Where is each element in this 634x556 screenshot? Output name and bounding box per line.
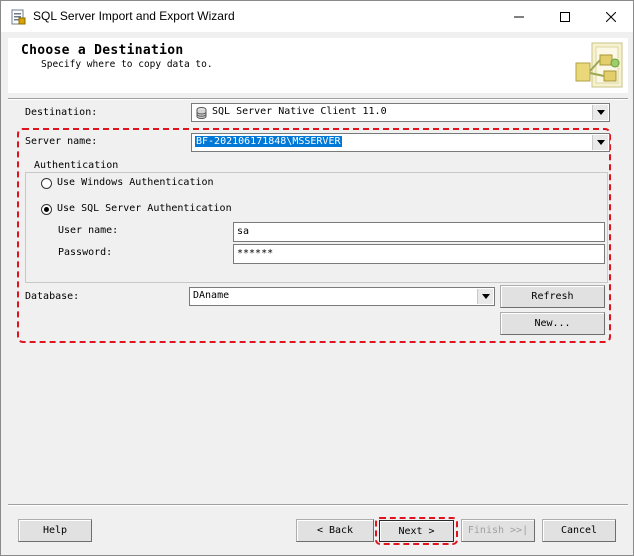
destination-value: SQL Server Native Client 11.0 <box>212 106 387 117</box>
back-button[interactable]: < Back <box>296 519 374 542</box>
server-name-label: Server name: <box>25 136 98 147</box>
chevron-down-icon[interactable] <box>592 135 608 150</box>
authentication-title: Authentication <box>31 160 122 171</box>
username-value: sa <box>237 226 250 237</box>
server-name-dropdown[interactable]: BF-202106171848\MSSERVER <box>191 133 610 152</box>
next-button[interactable]: Next > <box>379 520 454 542</box>
chevron-down-icon[interactable] <box>592 105 608 120</box>
page-subtitle: Specify where to copy data to. <box>41 59 213 70</box>
header-separator <box>8 98 628 100</box>
app-icon <box>11 9 26 25</box>
destination-label: Destination: <box>25 107 98 118</box>
wizard-window: SQL Server Import and Export Wizard Choo… <box>0 0 634 556</box>
maximize-button[interactable] <box>542 1 588 32</box>
window-title: SQL Server Import and Export Wizard <box>33 9 235 23</box>
username-input[interactable]: sa <box>233 222 605 242</box>
password-value: ****** <box>237 248 274 259</box>
sql-auth-radio[interactable] <box>41 204 52 215</box>
server-name-value: BF-202106171848\MSSERVER <box>195 136 342 147</box>
refresh-button[interactable]: Refresh <box>500 285 605 308</box>
database-dropdown[interactable]: DAname <box>189 287 495 306</box>
radio-selected-dot <box>44 207 49 212</box>
sql-auth-label[interactable]: Use SQL Server Authentication <box>57 203 232 214</box>
finish-button[interactable]: Finish >>| <box>461 519 535 542</box>
maximize-icon <box>560 11 570 22</box>
wizard-graphic-icon <box>575 42 623 88</box>
destination-dropdown[interactable]: SQL Server Native Client 11.0 <box>191 103 610 122</box>
database-value: DAname <box>193 290 230 301</box>
page-title: Choose a Destination <box>21 43 184 58</box>
chevron-down-icon[interactable] <box>477 289 493 304</box>
database-icon <box>196 107 207 119</box>
close-button[interactable] <box>588 1 634 32</box>
minimize-button[interactable] <box>496 1 542 32</box>
close-icon <box>606 11 616 22</box>
help-button[interactable]: Help <box>18 519 92 542</box>
username-label: User name: <box>58 225 119 236</box>
wizard-header: Choose a Destination Specify where to co… <box>8 38 628 93</box>
cancel-button[interactable]: Cancel <box>542 519 616 542</box>
password-label: Password: <box>58 247 113 258</box>
database-label: Database: <box>25 291 80 302</box>
new-database-button[interactable]: New... <box>500 312 605 335</box>
title-bar[interactable]: SQL Server Import and Export Wizard <box>1 1 633 32</box>
windows-auth-label[interactable]: Use Windows Authentication <box>57 177 214 188</box>
windows-auth-radio[interactable] <box>41 178 52 189</box>
footer-separator <box>8 504 628 506</box>
minimize-icon <box>514 16 524 17</box>
password-input[interactable]: ****** <box>233 244 605 264</box>
